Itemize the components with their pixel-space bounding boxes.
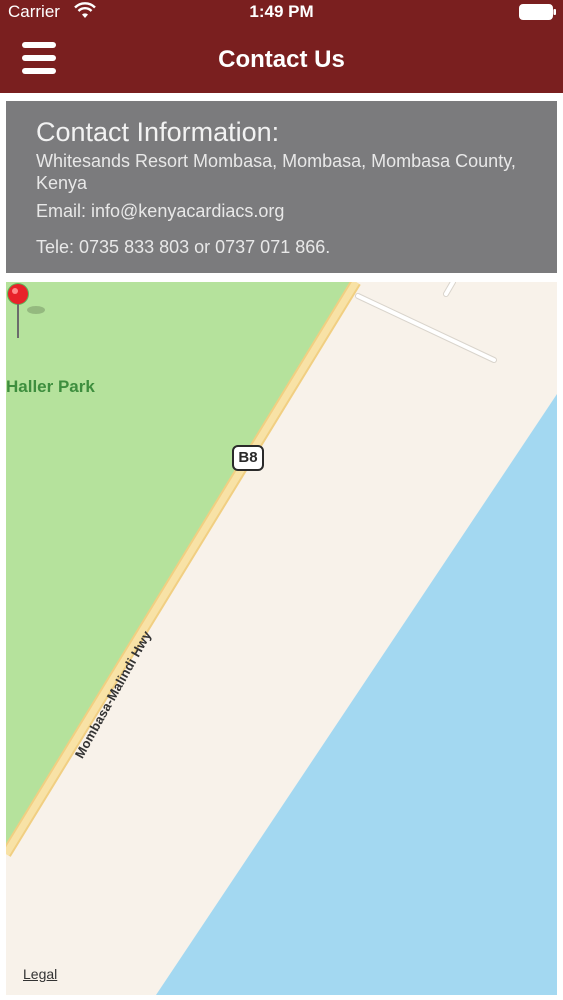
top-bar: Carrier 1:49 PM Contact Us	[0, 0, 563, 93]
contact-heading: Contact Information:	[36, 117, 280, 147]
battery-icon	[519, 4, 556, 20]
contact-address: Whitesands Resort Mombasa, Mombasa, Momb…	[36, 151, 516, 193]
park-label[interactable]: Haller Park	[6, 377, 95, 397]
map-view[interactable]: Haller Park B8 Mombasa-Malindi Hwy Legal	[6, 282, 557, 995]
route-shield-b8: B8	[232, 445, 264, 471]
status-bar: Carrier 1:49 PM	[0, 0, 563, 26]
legal-link[interactable]: Legal	[23, 966, 57, 982]
status-time: 1:49 PM	[249, 2, 314, 21]
page-title: Contact Us	[218, 46, 345, 73]
navigation-bar: Contact Us	[0, 26, 563, 93]
contact-email[interactable]: Email: info@kenyacardiacs.org	[36, 200, 527, 222]
contact-phone[interactable]: Tele: 0735 833 803 or 0737 071 866.	[36, 236, 527, 258]
map-pin-icon[interactable]	[6, 282, 50, 342]
contact-info-card: Contact Information: Whitesands Resort M…	[6, 101, 557, 273]
